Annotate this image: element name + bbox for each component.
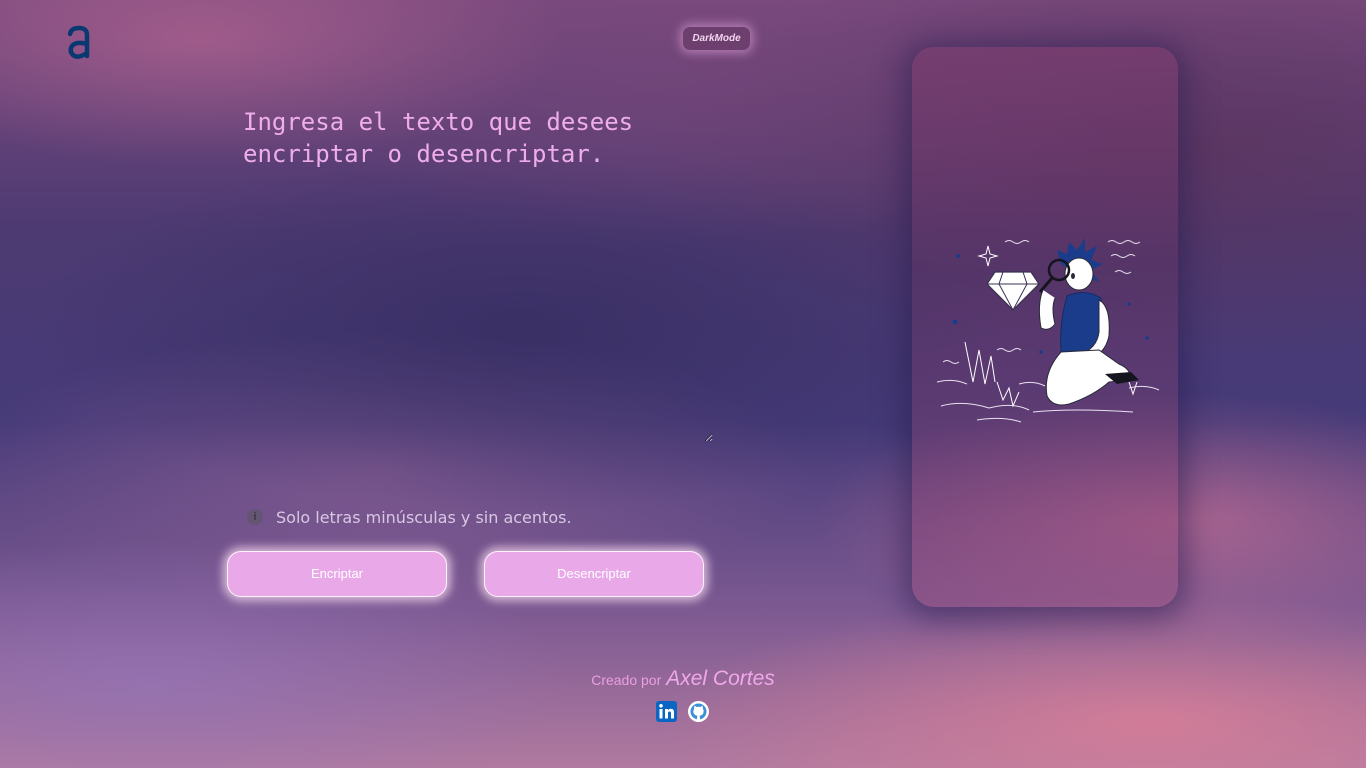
info-icon: i <box>247 509 263 525</box>
linkedin-icon[interactable] <box>656 701 677 722</box>
person-inspecting-diamond-illustration <box>936 238 1160 423</box>
result-panel <box>912 47 1178 607</box>
encrypt-button[interactable]: Encriptar <box>227 551 447 597</box>
darkmode-toggle[interactable]: DarkMode <box>683 27 750 50</box>
decrypt-button[interactable]: Desencriptar <box>484 551 704 597</box>
credit-prefix: Creado por <box>591 672 662 688</box>
author-name: Axel Cortes <box>666 667 775 690</box>
social-links <box>656 701 709 722</box>
text-input[interactable] <box>239 104 713 442</box>
notice-text: Solo letras minúsculas y sin acentos. <box>276 507 572 527</box>
alura-logo-icon <box>67 25 90 59</box>
credit: Creado por Axel Cortes <box>591 667 775 691</box>
footer: Creado por Axel Cortes <box>0 667 1366 691</box>
github-icon[interactable] <box>688 701 709 722</box>
input-notice: i Solo letras minúsculas y sin acentos. <box>247 506 572 528</box>
